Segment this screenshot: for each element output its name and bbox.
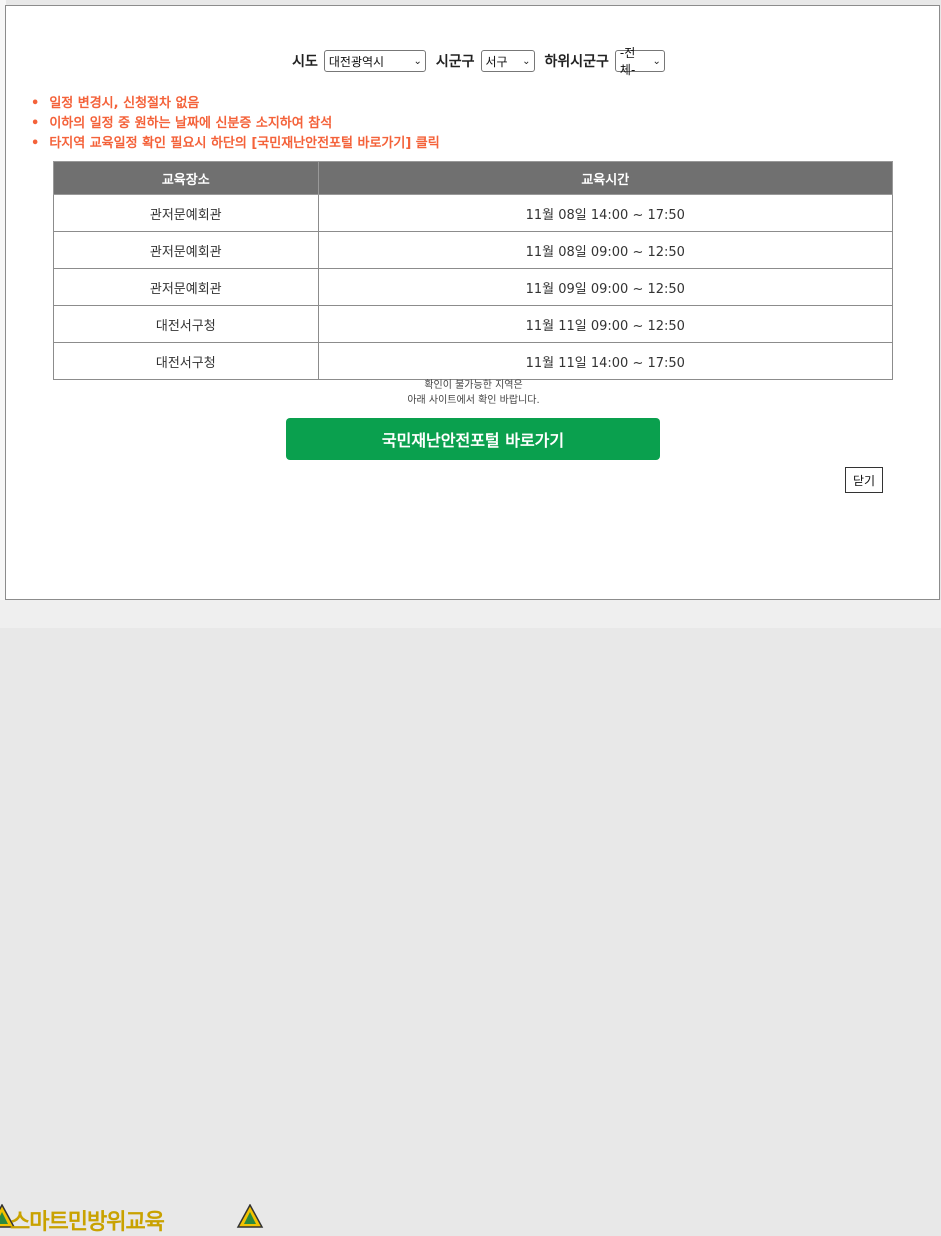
notice-list: 일정 변경시, 신청절차 없음 이하의 일정 중 원하는 날짜에 신분증 소지하… [31, 94, 440, 154]
sub-sigungu-select-value: -전체- [619, 46, 636, 77]
notice-item: 타지역 교육일정 확인 필요시 하단의 [국민재난안전포털 바로가기] 클릭 [31, 134, 439, 154]
cell-place: 관저문예회관 [53, 194, 319, 232]
table-row: 관저문예회관 11월 08일 14:00 ~ 17:50 [53, 194, 894, 232]
sido-select[interactable]: 대전광역시 ⌄ [323, 50, 426, 72]
portal-footnote: 확인이 불가능한 지역은 아래 사이트에서 확인 바랍니다. [6, 378, 941, 408]
sigungu-select[interactable]: 서구 ⌄ [480, 50, 535, 72]
logo-mark-icon [236, 1204, 264, 1228]
sigungu-select-value: 서구 [485, 54, 508, 69]
safety-portal-link-button[interactable]: 국민재난안전포털 바로가기 [286, 418, 660, 460]
cell-place: 관저문예회관 [53, 231, 319, 269]
column-header-time: 교육시간 [317, 161, 894, 195]
cell-place: 관저문예회관 [53, 268, 319, 306]
table-row: 대전서구청 11월 11일 14:00 ~ 17:50 [53, 342, 894, 380]
table-header-row: 교육장소 교육시간 [53, 161, 894, 195]
cell-place: 대전서구청 [53, 342, 319, 380]
chevron-down-icon: ⌄ [652, 55, 661, 67]
schedule-table: 교육장소 교육시간 관저문예회관 11월 08일 14:00 ~ 17:50 관… [53, 161, 894, 380]
sigungu-label: 시군구 [435, 54, 475, 70]
table-row: 관저문예회관 11월 08일 09:00 ~ 12:50 [53, 231, 894, 269]
cell-time: 11월 08일 14:00 ~ 17:50 [317, 194, 894, 232]
notice-item: 일정 변경시, 신청절차 없음 [31, 94, 440, 114]
table-row: 대전서구청 11월 11일 09:00 ~ 12:50 [53, 305, 894, 343]
column-header-place: 교육장소 [53, 161, 319, 195]
close-button[interactable]: 닫기 [845, 467, 883, 493]
notice-item: 이하의 일정 중 원하는 날짜에 신분증 소지하여 참석 [31, 114, 440, 134]
table-row: 관저문예회관 11월 09일 09:00 ~ 12:50 [53, 268, 894, 306]
footnote-line: 확인이 불가능한 지역은 [424, 380, 523, 391]
sub-sigungu-select[interactable]: -전체- ⌄ [614, 46, 665, 77]
cell-time: 11월 08일 09:00 ~ 12:50 [317, 231, 894, 269]
footnote-line: 아래 사이트에서 확인 바랍니다. [407, 395, 540, 406]
cell-time: 11월 11일 14:00 ~ 17:50 [317, 342, 894, 380]
cell-time: 11월 09일 09:00 ~ 12:50 [317, 268, 894, 306]
cell-place: 대전서구청 [53, 305, 319, 343]
site-logo-text: 스마트민방위교육 [10, 1210, 165, 1235]
region-filter-row: 시도 대전광역시 ⌄ 시군구 서구 ⌄ 하위시군구 -전체- ⌄ [6, 46, 941, 77]
education-schedule-modal: 시도 대전광역시 ⌄ 시군구 서구 ⌄ 하위시군구 -전체- ⌄ 일정 변경시,… [5, 5, 940, 600]
chevron-down-icon: ⌄ [413, 55, 422, 67]
sido-select-value: 대전광역시 [328, 54, 385, 69]
cell-time: 11월 11일 09:00 ~ 12:50 [317, 305, 894, 343]
page-footer-backdrop: 스마트민방위교육 [0, 600, 941, 1235]
sido-label: 시도 [292, 54, 318, 70]
chevron-down-icon: ⌄ [522, 55, 531, 67]
sub-sigungu-label: 하위시군구 [544, 54, 609, 70]
